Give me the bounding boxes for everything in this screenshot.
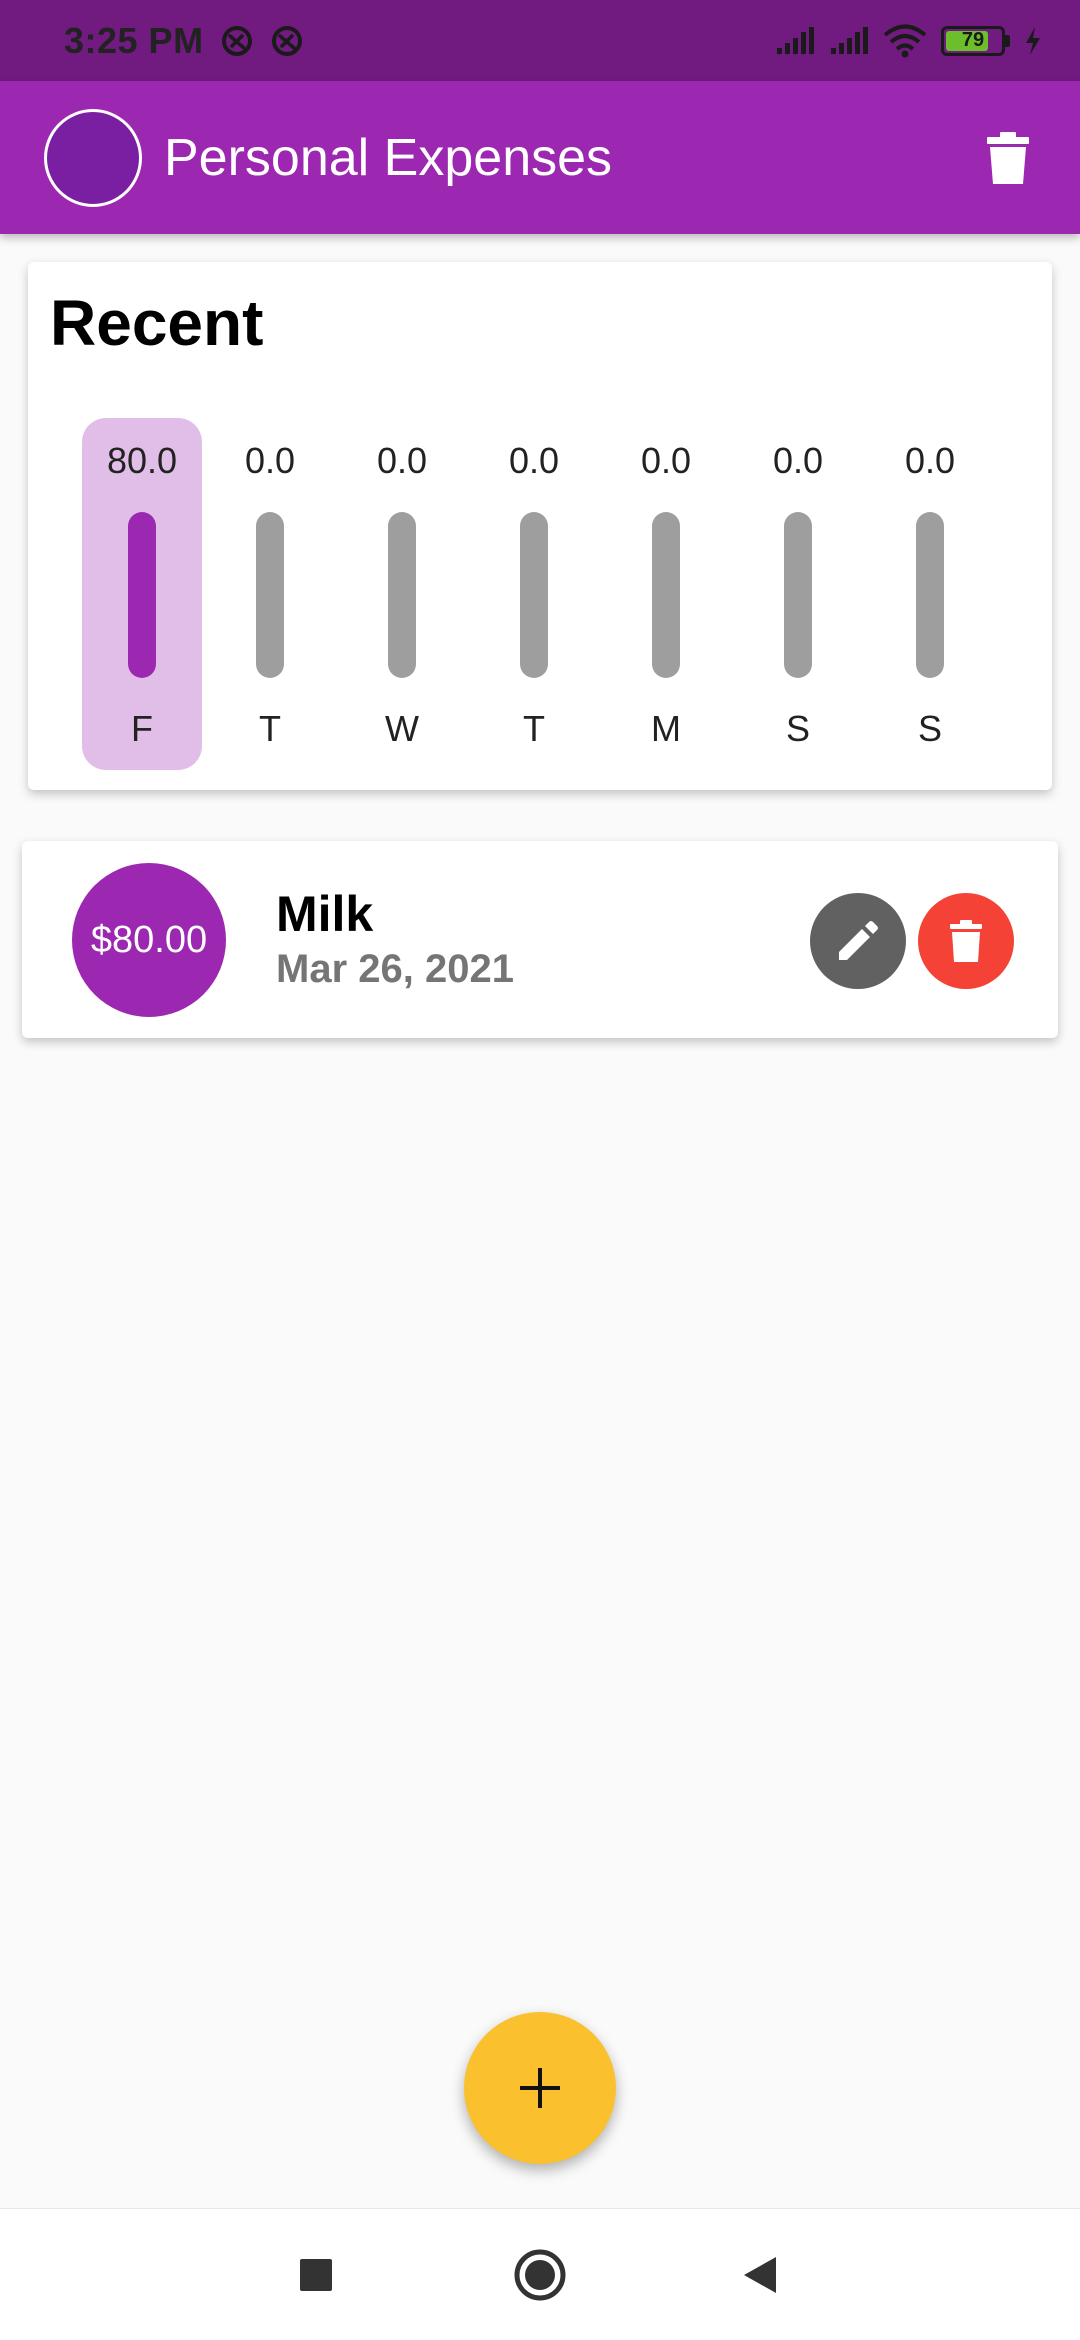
edit-icon <box>839 921 878 960</box>
chart-bar-column: 0.0 M <box>611 418 721 770</box>
chart-bar-track <box>652 512 680 678</box>
chart-bar-column: 0.0 W <box>347 418 457 770</box>
battery-icon: 79 <box>941 25 1010 56</box>
chart-value-label: 0.0 <box>376 440 428 481</box>
chart-category-label: S <box>785 708 810 749</box>
chart-value-label: 80.0 <box>106 440 178 481</box>
delete-all-button[interactable] <box>976 126 1040 190</box>
chart-bar-column: 80.0 F <box>82 418 202 770</box>
page-title: Personal Expenses <box>164 128 613 187</box>
chart-bar-column: 0.0 T <box>215 418 325 770</box>
chart-category-label: T <box>259 708 281 749</box>
back-button[interactable] <box>700 2209 820 2340</box>
chart-category-label: S <box>917 708 942 749</box>
transaction-date: Mar 26, 2021 <box>276 947 514 991</box>
status-left: 3:25 PM <box>64 20 304 62</box>
back-triangle-icon <box>744 2257 776 2293</box>
delete-icon <box>950 920 982 962</box>
transaction-amount: $80.00 <box>72 863 226 1017</box>
avatar[interactable] <box>44 108 142 207</box>
chart-bar-track <box>916 512 944 678</box>
add-transaction-button[interactable] <box>464 2012 616 2164</box>
chart-card: Recent 80.0 F 0.0 T 0.0 W 0.0 T 0.0 M 0.0 S 0.0 S <box>28 262 1052 790</box>
chart-category-label: M <box>651 708 681 749</box>
battery-body: 79 <box>941 25 1005 56</box>
chart-value-label: 0.0 <box>640 440 692 481</box>
edit-button[interactable] <box>810 893 906 989</box>
recents-square-icon <box>300 2259 332 2291</box>
wifi-icon <box>883 24 927 58</box>
chart-category-label: W <box>385 708 419 749</box>
chart-bar-track <box>388 512 416 678</box>
app-bar: Personal Expenses <box>0 81 1080 234</box>
chart-bar-column: 0.0 T <box>479 418 589 770</box>
transaction-card[interactable]: $80.00 Milk Mar 26, 2021 <box>22 841 1058 1038</box>
battery-tip <box>1005 34 1010 47</box>
chart-value-label: 0.0 <box>904 440 956 481</box>
battery-level: 79 <box>961 29 985 51</box>
home-button[interactable] <box>480 2209 600 2340</box>
transaction-title: Milk <box>276 886 374 942</box>
status-time: 3:25 PM <box>64 19 204 61</box>
chart-bar <box>128 512 156 678</box>
status-bar: 3:25 PM 79 <box>0 0 1080 81</box>
status-right: 79 <box>775 24 1042 58</box>
chart-category-label: F <box>131 708 153 749</box>
vpn-icon <box>220 24 254 58</box>
chart-bar-track <box>256 512 284 678</box>
bar-chart: 80.0 F 0.0 T 0.0 W 0.0 T 0.0 M 0.0 S 0.0 S <box>28 262 1052 790</box>
system-nav-bar <box>0 2208 1080 2340</box>
signal-icon <box>829 26 869 56</box>
chart-bar-track <box>520 512 548 678</box>
chart-value-label: 0.0 <box>772 440 824 481</box>
vpn-icon <box>270 24 304 58</box>
home-circle-icon <box>514 2249 566 2301</box>
chart-category-label: T <box>523 708 545 749</box>
recents-button[interactable] <box>256 2209 376 2340</box>
chart-value-label: 0.0 <box>244 440 296 481</box>
signal-icon <box>775 26 815 56</box>
charging-icon <box>1024 26 1042 56</box>
chart-value-label: 0.0 <box>508 440 560 481</box>
delete-transaction-button[interactable] <box>918 893 1014 989</box>
chart-bar-column: 0.0 S <box>875 418 985 770</box>
chart-bar-track <box>128 512 156 678</box>
chart-bar-column: 0.0 S <box>743 418 853 770</box>
chart-bar-track <box>784 512 812 678</box>
delete-icon <box>987 131 1029 184</box>
add-icon <box>520 2068 560 2108</box>
